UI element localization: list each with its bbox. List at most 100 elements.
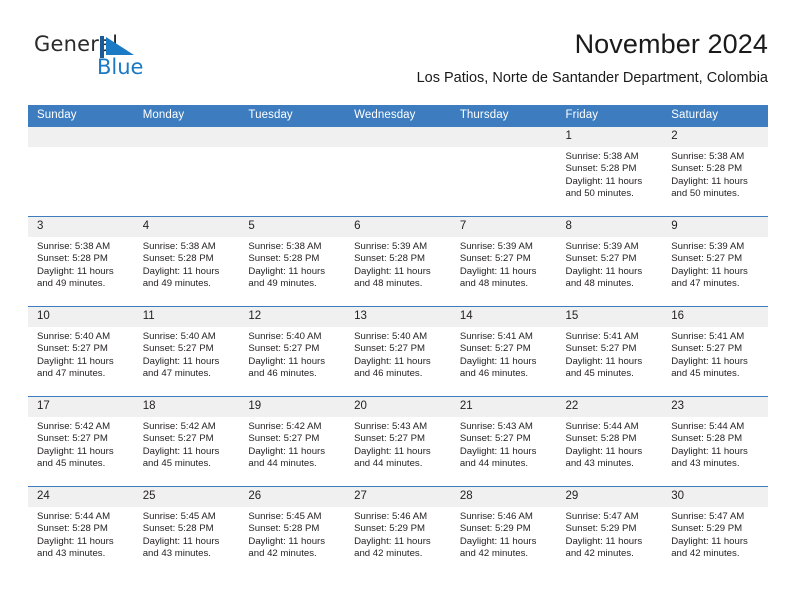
day-sun-info: Sunrise: 5:42 AM Sunset: 5:27 PM Daylight:… — [239, 417, 345, 470]
day-number: 6 — [345, 217, 451, 237]
calendar-day-cell[interactable]: 20 Sunrise: 5:43 AM Sunset: 5:27 PM Dayligh… — [345, 396, 451, 487]
sunrise-time: Sunrise: 5:38 AM — [37, 241, 111, 252]
day-sun-info: Sunrise: 5:39 AM Sunset: 5:28 PM Daylight:… — [345, 237, 451, 290]
calendar-day-cell[interactable]: 11 Sunrise: 5:40 AM Sunset: 5:27 PM Dayligh… — [133, 306, 240, 397]
sunset-time: Sunset: 5:27 PM — [671, 253, 743, 265]
calendar-day-cell[interactable]: 7 Sunrise: 5:39 AM Sunset: 5:27 PM Daylight… — [450, 216, 557, 307]
calendar-day-cell[interactable]: 18 Sunrise: 5:42 AM Sunset: 5:27 PM Dayligh… — [133, 396, 240, 487]
day-sun-info: Sunrise: 5:40 AM Sunset: 5:27 PM Daylight:… — [28, 327, 134, 380]
day-sun-info: Sunrise: 5:38 AM Sunset: 5:28 PM Daylight:… — [557, 147, 663, 200]
day-number: 19 — [239, 397, 346, 417]
calendar-day-cell[interactable]: 4 Sunrise: 5:38 AM Sunset: 5:28 PM Daylight… — [133, 216, 240, 307]
sunset-time: Sunset: 5:29 PM — [354, 523, 426, 535]
day-number — [28, 127, 134, 147]
sunrise-time: Sunrise: 5:39 AM — [671, 241, 745, 252]
calendar-day-cell[interactable]: 29 Sunrise: 5:47 AM Sunset: 5:29 PM Dayligh… — [556, 486, 663, 576]
calendar-day-cell[interactable]: 3 Sunrise: 5:38 AM Sunset: 5:28 PM Daylight… — [28, 216, 134, 307]
calendar-day-cell[interactable]: 27 Sunrise: 5:46 AM Sunset: 5:29 PM Dayligh… — [345, 486, 451, 576]
calendar-day-cell[interactable]: 12 Sunrise: 5:40 AM Sunset: 5:27 PM Dayligh… — [239, 306, 346, 397]
calendar-day-cell[interactable]: 24 Sunrise: 5:44 AM Sunset: 5:28 PM Dayligh… — [28, 486, 134, 576]
calendar-day-cell[interactable]: 1 Sunrise: 5:38 AM Sunset: 5:28 PM Daylight… — [556, 126, 663, 217]
day-sun-info: Sunrise: 5:38 AM Sunset: 5:28 PM Daylight:… — [662, 147, 768, 200]
sunrise-sunset-calendar-table: Sunday Monday Tuesday Wednesday Thursday Frid… — [28, 105, 768, 576]
calendar-day-cell-empty — [239, 126, 346, 217]
sunrise-time: Sunrise: 5:43 AM — [354, 421, 428, 432]
day-number: 24 — [28, 487, 134, 507]
calendar-day-cell[interactable]: 8 Sunrise: 5:39 AM Sunset: 5:27 PM Daylight… — [556, 216, 663, 307]
day-sun-info: Sunrise: 5:44 AM Sunset: 5:28 PM Daylight:… — [662, 417, 768, 470]
sunrise-time: Sunrise: 5:42 AM — [37, 421, 111, 432]
calendar-day-cell[interactable]: 5 Sunrise: 5:38 AM Sunset: 5:28 PM Daylight… — [239, 216, 346, 307]
day-sun-info: Sunrise: 5:45 AM Sunset: 5:28 PM Daylight:… — [239, 507, 345, 560]
sunrise-time: Sunrise: 5:44 AM — [37, 511, 111, 522]
calendar-day-cell[interactable]: 21 Sunrise: 5:43 AM Sunset: 5:27 PM Dayligh… — [450, 396, 557, 487]
calendar-day-cell[interactable]: 15 Sunrise: 5:41 AM Sunset: 5:27 PM Dayligh… — [556, 306, 663, 397]
sunrise-time: Sunrise: 5:38 AM — [671, 151, 745, 162]
sunrise-time: Sunrise: 5:41 AM — [671, 331, 745, 342]
sunset-time: Sunset: 5:27 PM — [142, 343, 214, 355]
calendar-day-cell[interactable]: 6 Sunrise: 5:39 AM Sunset: 5:28 PM Daylight… — [345, 216, 451, 307]
calendar-day-cell[interactable]: 25 Sunrise: 5:45 AM Sunset: 5:28 PM Dayligh… — [133, 486, 240, 576]
day-number: 1 — [556, 127, 663, 147]
daylight-duration: Daylight: 11 hours and 42 minutes. — [354, 535, 431, 559]
calendar-page: General Blue November 2024 Los Patios, N… — [0, 0, 792, 612]
weekday-header-row: Sunday Monday Tuesday Wednesday Thursday Frid… — [28, 105, 768, 127]
calendar-week-row: 24 Sunrise: 5:44 AM Sunset: 5:28 PM Dayligh… — [28, 486, 768, 576]
day-number: 4 — [133, 217, 240, 237]
daylight-duration: Daylight: 11 hours and 50 minutes. — [565, 175, 643, 199]
daylight-duration: Daylight: 11 hours and 44 minutes. — [354, 445, 431, 469]
sunset-time: Sunset: 5:29 PM — [459, 523, 531, 535]
sunset-time: Sunset: 5:28 PM — [142, 253, 214, 265]
page-header: General Blue November 2024 Los Patios, N… — [28, 28, 768, 100]
calendar-day-cell[interactable]: 26 Sunrise: 5:45 AM Sunset: 5:28 PM Dayligh… — [239, 486, 346, 576]
sunrise-time: Sunrise: 5:38 AM — [248, 241, 322, 252]
calendar-day-cell[interactable]: 28 Sunrise: 5:46 AM Sunset: 5:29 PM Dayligh… — [450, 486, 557, 576]
calendar-day-cell-empty — [450, 126, 557, 217]
sunset-time: Sunset: 5:28 PM — [354, 253, 426, 265]
calendar-day-cell[interactable]: 10 Sunrise: 5:40 AM Sunset: 5:27 PM Dayligh… — [28, 306, 134, 397]
sunrise-time: Sunrise: 5:39 AM — [565, 241, 639, 252]
weekday-header-saturday: Saturday — [662, 105, 768, 127]
sunrise-time: Sunrise: 5:38 AM — [565, 151, 639, 162]
general-blue-logo[interactable]: General Blue — [34, 32, 174, 86]
day-number: 25 — [133, 487, 240, 507]
daylight-duration: Daylight: 11 hours and 47 minutes. — [37, 355, 114, 379]
sunset-time: Sunset: 5:28 PM — [565, 163, 637, 175]
calendar-day-cell[interactable]: 23 Sunrise: 5:44 AM Sunset: 5:28 PM Dayligh… — [662, 396, 768, 487]
calendar-day-cell[interactable]: 14 Sunrise: 5:41 AM Sunset: 5:27 PM Dayligh… — [450, 306, 557, 397]
calendar-week-row: 1 Sunrise: 5:38 AM Sunset: 5:28 PM Daylight… — [28, 126, 768, 217]
sunset-time: Sunset: 5:27 PM — [248, 433, 320, 445]
calendar-day-cell[interactable]: 22 Sunrise: 5:44 AM Sunset: 5:28 PM Dayligh… — [556, 396, 663, 487]
calendar-day-cell-empty — [28, 126, 134, 217]
sunrise-time: Sunrise: 5:45 AM — [142, 511, 216, 522]
sunset-time: Sunset: 5:27 PM — [354, 343, 426, 355]
day-number: 11 — [133, 307, 240, 327]
daylight-duration: Daylight: 11 hours and 45 minutes. — [142, 445, 220, 469]
sunrise-time: Sunrise: 5:46 AM — [354, 511, 428, 522]
daylight-duration: Daylight: 11 hours and 43 minutes. — [565, 445, 643, 469]
sunset-time: Sunset: 5:27 PM — [459, 253, 531, 265]
weekday-header-friday: Friday — [556, 105, 663, 127]
calendar-day-cell[interactable]: 30 Sunrise: 5:47 AM Sunset: 5:29 PM Dayligh… — [662, 486, 768, 576]
sunset-time: Sunset: 5:27 PM — [354, 433, 426, 445]
calendar-day-cell-empty — [133, 126, 240, 217]
weekday-header-thursday: Thursday — [450, 105, 557, 127]
sunset-time: Sunset: 5:27 PM — [37, 433, 108, 445]
calendar-day-cell[interactable]: 2 Sunrise: 5:38 AM Sunset: 5:28 PM Daylight… — [662, 126, 768, 217]
day-sun-info: Sunrise: 5:41 AM Sunset: 5:27 PM Daylight:… — [662, 327, 768, 380]
weekday-header-sunday: Sunday — [28, 105, 134, 127]
day-number: 12 — [239, 307, 346, 327]
calendar-day-cell[interactable]: 16 Sunrise: 5:41 AM Sunset: 5:27 PM Dayligh… — [662, 306, 768, 397]
sunset-time: Sunset: 5:27 PM — [37, 343, 108, 355]
sunrise-time: Sunrise: 5:42 AM — [248, 421, 322, 432]
daylight-duration: Daylight: 11 hours and 47 minutes. — [671, 265, 748, 289]
calendar-day-cell[interactable]: 19 Sunrise: 5:42 AM Sunset: 5:27 PM Dayligh… — [239, 396, 346, 487]
sunset-time: Sunset: 5:28 PM — [142, 523, 214, 535]
day-number: 26 — [239, 487, 346, 507]
sunset-time: Sunset: 5:29 PM — [565, 523, 637, 535]
calendar-day-cell[interactable]: 17 Sunrise: 5:42 AM Sunset: 5:27 PM Dayligh… — [28, 396, 134, 487]
sunrise-time: Sunrise: 5:46 AM — [459, 511, 533, 522]
daylight-duration: Daylight: 11 hours and 44 minutes. — [459, 445, 537, 469]
calendar-day-cell[interactable]: 9 Sunrise: 5:39 AM Sunset: 5:27 PM Daylight… — [662, 216, 768, 307]
calendar-day-cell[interactable]: 13 Sunrise: 5:40 AM Sunset: 5:27 PM Dayligh… — [345, 306, 451, 397]
